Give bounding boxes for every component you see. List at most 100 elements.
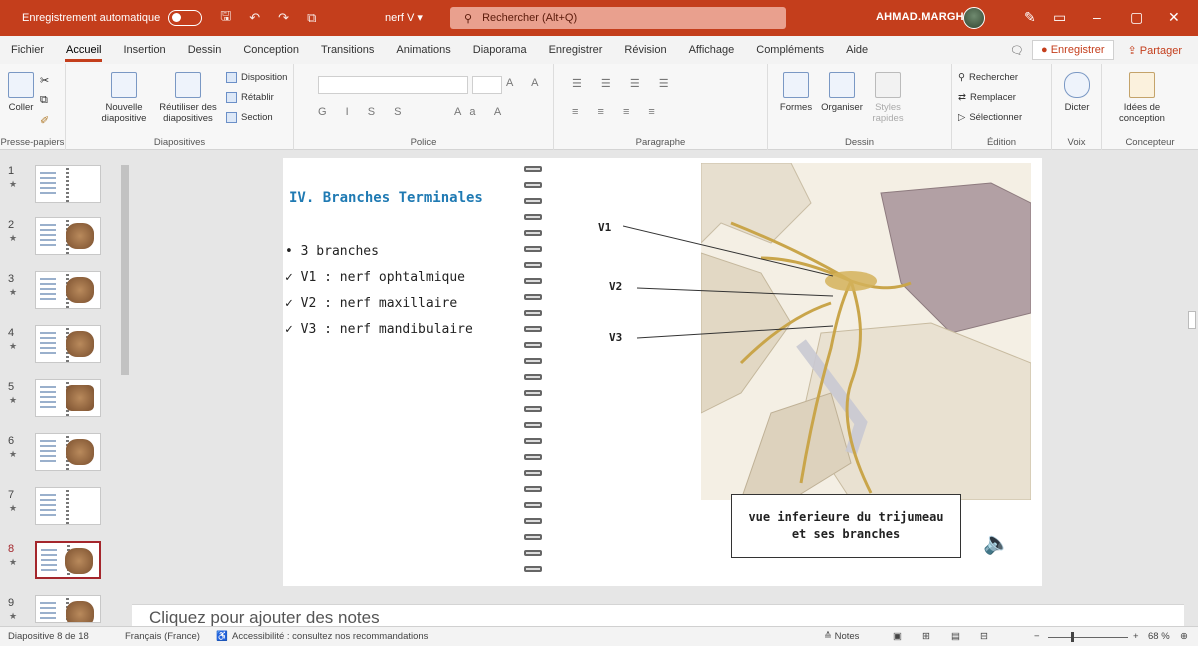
fit-slide-icon[interactable]: ⊕ (1180, 631, 1188, 642)
list-buttons[interactable]: ☰ ☰ ☰ ☰ (572, 77, 677, 90)
spiral-ring (524, 502, 542, 508)
bullet-item[interactable]: ✓ V1 : nerf ophtalmique (285, 270, 465, 285)
notes-placeholder[interactable]: Cliquez pour ajouter des notes (149, 608, 380, 628)
slide-sorter-icon[interactable]: ⊞ (922, 631, 930, 642)
font-size-buttons[interactable]: A A (506, 77, 547, 89)
notes-pane[interactable]: Cliquez pour ajouter des notes (132, 604, 1184, 628)
replace-icon: ⇄ (958, 92, 966, 103)
tab-diaporama[interactable]: Diaporama (462, 36, 538, 64)
scroll-thumb[interactable] (121, 165, 129, 375)
tab-revision[interactable]: Révision (613, 36, 677, 64)
share-button[interactable]: ⇪ Partager (1122, 41, 1188, 60)
tab-conception[interactable]: Conception (232, 36, 310, 64)
tab-dessin[interactable]: Dessin (177, 36, 233, 64)
tab-animations[interactable]: Animations (385, 36, 461, 64)
arrange-button[interactable]: Organiser (818, 72, 866, 113)
paste-button[interactable]: Coller (6, 72, 36, 113)
reading-view-icon[interactable]: ▤ (951, 631, 960, 642)
tab-complements[interactable]: Compléments (745, 36, 835, 64)
new-slide-button[interactable]: Nouvelle diapositive (96, 72, 152, 124)
language-indicator[interactable]: Français (France) (125, 631, 200, 642)
tab-enregistrer[interactable]: Enregistrer (538, 36, 614, 64)
image-caption[interactable]: vue inferieure du trijumeau et ses branc… (731, 494, 961, 558)
tab-transitions[interactable]: Transitions (310, 36, 385, 64)
search-input[interactable]: Rechercher (Alt+Q) (482, 12, 577, 24)
reset-button[interactable]: Rétablir (226, 92, 274, 103)
quick-styles-button[interactable]: Styles rapides (868, 72, 908, 124)
align-buttons[interactable]: ≡ ≡ ≡ ≡ (572, 106, 663, 118)
slide-thumbnail[interactable] (35, 379, 101, 417)
label-v1[interactable]: V1 (598, 221, 611, 234)
tab-insertion[interactable]: Insertion (112, 36, 176, 64)
autosave-toggle[interactable] (168, 10, 203, 26)
thumb-number: 8 (8, 543, 15, 555)
section-button[interactable]: Section (226, 112, 273, 123)
file-name[interactable]: nerf V ▾ (385, 11, 423, 24)
presentation-icon[interactable]: ⧉ (307, 10, 316, 26)
design-ideas-button[interactable]: Idées de conception (1110, 72, 1174, 124)
font-color-buttons[interactable]: Aa A (454, 106, 509, 118)
slide-thumbnail[interactable] (35, 165, 101, 203)
slide-thumbnail[interactable] (35, 487, 101, 525)
slideshow-icon[interactable]: ⊟ (980, 631, 988, 642)
avatar[interactable] (963, 7, 985, 29)
slide-thumbnail[interactable] (35, 217, 101, 255)
slide-thumbnail-selected[interactable] (35, 541, 101, 579)
zoom-slider[interactable] (1048, 637, 1128, 638)
format-painter-icon[interactable]: ✐ (40, 114, 49, 127)
shapes-button[interactable]: Formes (776, 72, 816, 113)
notes-button[interactable]: ≙ Notes (824, 631, 859, 642)
audio-speaker-icon[interactable]: 🔈 (983, 530, 1010, 556)
slide-title[interactable]: IV. Branches Terminales (289, 190, 483, 206)
slide-thumbnail[interactable] (35, 325, 101, 363)
replace-button[interactable]: ⇄ Remplacer (958, 92, 1016, 103)
zoom-in-icon[interactable]: + (1133, 631, 1139, 642)
bullet-item[interactable]: ✓ V3 : nerf mandibulaire (285, 322, 473, 337)
slide-scrollbar[interactable] (1186, 151, 1198, 623)
tab-fichier[interactable]: Fichier (0, 36, 55, 64)
zoom-slider-knob[interactable] (1071, 632, 1074, 642)
thumbnail-scrollbar[interactable] (119, 151, 131, 623)
tab-affichage[interactable]: Affichage (678, 36, 746, 64)
slide-thumbnail[interactable] (35, 595, 101, 623)
pen-icon[interactable]: ✎ (1024, 9, 1036, 26)
accessibility-status[interactable]: Accessibilité : consultez nos recommanda… (232, 631, 428, 642)
undo-icon[interactable]: ↶ (249, 10, 260, 26)
zoom-level[interactable]: 68 % (1148, 631, 1170, 642)
slide[interactable]: IV. Branches Terminales • 3 branches ✓ V… (283, 158, 1042, 586)
slide-thumbnail[interactable] (35, 271, 101, 309)
share-label: Partager (1139, 44, 1182, 57)
copy-icon[interactable]: ⧉ (40, 94, 48, 107)
reuse-slides-button[interactable]: Réutiliser des diapositives (158, 72, 218, 124)
dictate-button[interactable]: Dicter (1060, 72, 1094, 113)
close-icon[interactable]: ✕ (1168, 9, 1180, 26)
record-button[interactable]: ● Enregistrer (1032, 40, 1114, 60)
select-button[interactable]: ▷ Sélectionner (958, 112, 1022, 123)
font-size-input[interactable] (472, 76, 502, 94)
scroll-thumb[interactable] (1188, 311, 1196, 329)
redo-icon[interactable]: ↷ (278, 10, 289, 26)
comments-icon[interactable]: 🗨 (1010, 44, 1024, 57)
zoom-out-icon[interactable]: − (1034, 631, 1040, 642)
font-name-input[interactable] (318, 76, 468, 94)
tab-aide[interactable]: Aide (835, 36, 879, 64)
tab-accueil[interactable]: Accueil (55, 36, 112, 64)
spiral-ring (524, 326, 542, 332)
minimize-icon[interactable]: – (1093, 9, 1101, 25)
search-box[interactable]: ⚲ Rechercher (Alt+Q) (450, 7, 786, 29)
slide-thumbnail[interactable] (35, 433, 101, 471)
save-icon[interactable]: 🖫 (220, 7, 231, 29)
accessibility-icon[interactable]: ♿ (216, 631, 228, 642)
bullet-item[interactable]: ✓ V2 : nerf maxillaire (285, 296, 457, 311)
layout-button[interactable]: Disposition (226, 72, 287, 83)
ribbon-display-icon[interactable]: ▭ (1053, 9, 1066, 26)
find-button[interactable]: ⚲ Rechercher (958, 72, 1018, 83)
maximize-icon[interactable]: ▢ (1130, 9, 1143, 26)
label-v2[interactable]: V2 (609, 280, 622, 293)
bullet-item[interactable]: • 3 branches (285, 244, 379, 259)
spiral-ring (524, 406, 542, 412)
cut-icon[interactable]: ✂ (40, 74, 49, 87)
label-v3[interactable]: V3 (609, 331, 622, 344)
font-format-buttons[interactable]: G I S S (318, 106, 409, 118)
normal-view-icon[interactable]: ▣ (893, 631, 902, 642)
